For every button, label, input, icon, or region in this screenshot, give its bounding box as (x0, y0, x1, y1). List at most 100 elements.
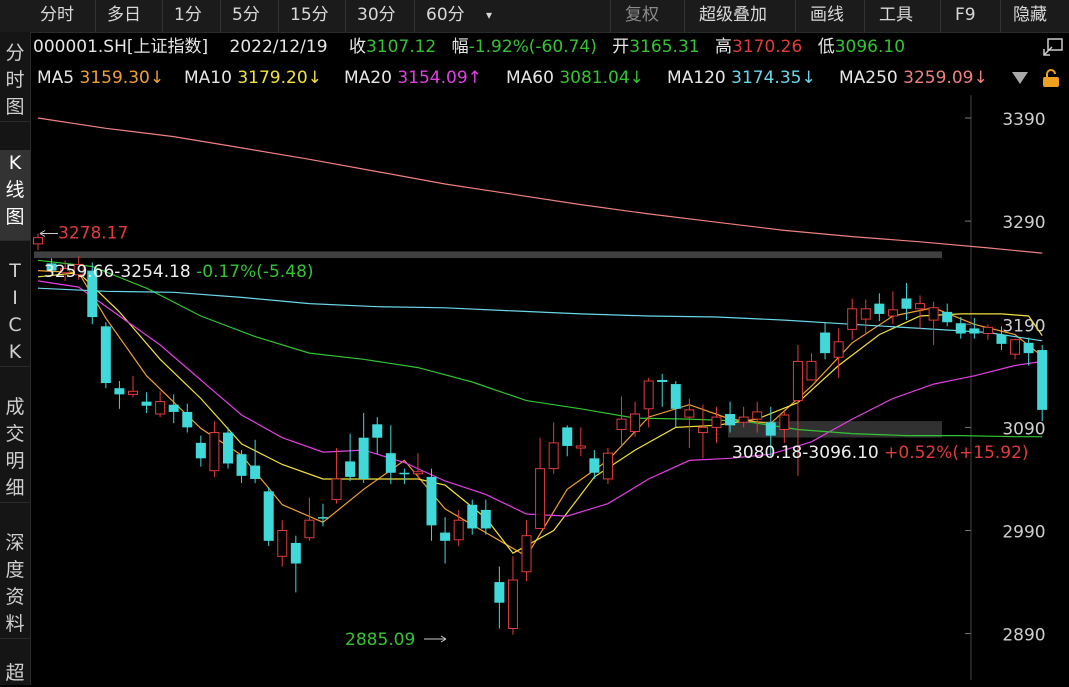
candle (222, 427, 233, 469)
period-tab-30min[interactable]: 30分 (345, 0, 396, 32)
candle-body (765, 422, 776, 436)
candle-body (657, 379, 668, 383)
f9-button[interactable]: F9 (940, 0, 976, 32)
sidebar-tab-tick[interactable]: T I C K (0, 258, 30, 367)
candle-body (575, 445, 586, 449)
candle-body (643, 380, 654, 410)
candle-body (507, 579, 518, 629)
candle-body (209, 432, 220, 472)
candle-body (182, 411, 193, 428)
caret-down-icon[interactable]: ▾ (486, 0, 492, 32)
y-tick-label: 3290 (1002, 213, 1045, 233)
candle (507, 556, 518, 635)
candle-body (820, 332, 831, 354)
candle-body (860, 308, 871, 320)
candle-body (1037, 350, 1048, 410)
period-tab-15min[interactable]: 15分 (278, 0, 329, 32)
low-marker-label: 2885.09 (345, 630, 415, 650)
period-tab-5min[interactable]: 5分 (220, 0, 260, 32)
ma60-label: MA60 (506, 68, 554, 88)
candle-body (982, 326, 993, 335)
candle (263, 487, 274, 546)
candle (535, 437, 546, 529)
high-value: 3170.26 (732, 37, 803, 57)
candle-body (779, 414, 790, 430)
candle-body (969, 328, 980, 334)
sidebar-tab-kline[interactable]: K 线 图 (0, 150, 30, 241)
restore-window-icon[interactable] (1042, 37, 1064, 57)
candle-body (494, 582, 505, 603)
candle (250, 439, 261, 484)
candle (358, 412, 369, 484)
candle-body (725, 413, 736, 426)
candle-body (399, 472, 410, 475)
low-marker-arrow (424, 635, 447, 643)
candle (1023, 337, 1034, 366)
view-sidebar: 分 时 图 K 线 图 T I C K 成 交 明 细 深 度 资 料 超 (0, 32, 31, 685)
period-tab-1min[interactable]: 1分 (162, 0, 202, 32)
candle-body (100, 326, 111, 384)
triangle-down-icon[interactable] (1010, 69, 1030, 87)
hide-button[interactable]: 隐藏 (1000, 0, 1047, 32)
sidebar-tab-trades[interactable]: 成 交 明 细 (0, 394, 30, 503)
candle (562, 425, 573, 457)
candle-body (711, 416, 722, 428)
candle-body (752, 411, 763, 420)
candle-body (277, 530, 288, 557)
candle-body (331, 478, 342, 501)
candle-body (168, 404, 179, 412)
candle (887, 291, 898, 325)
candle-body (996, 334, 1007, 344)
ma250-indicator: MA250 3259.09↓ (839, 65, 988, 91)
candle-body (602, 452, 613, 480)
candle (602, 448, 613, 485)
open-value: 3165.31 (629, 37, 700, 57)
adjust-button[interactable]: 复权 (610, 0, 659, 32)
candle-body (833, 341, 844, 358)
sidebar-tab-more[interactable]: 超 (0, 660, 30, 687)
candle-body (412, 471, 423, 475)
lower-range-value: 3080.18-3096.10 (732, 443, 884, 463)
candlestick-chart[interactable]: 3390329031903090299028903278.173259.66-3… (0, 0, 1069, 685)
candle-body (155, 401, 166, 415)
tools-button[interactable]: 工具 (864, 0, 913, 32)
candle (127, 375, 138, 398)
candle (155, 391, 166, 418)
ma60-value: 3081.04↓ (559, 68, 644, 88)
candle (236, 450, 247, 484)
candle-body (670, 384, 681, 409)
candle (1037, 344, 1048, 422)
candle (874, 293, 885, 322)
candle-body (33, 237, 43, 245)
draw-line-button[interactable]: 画线 (795, 0, 844, 32)
candle (33, 233, 43, 251)
sidebar-tab-fenshi[interactable]: 分 时 图 (0, 40, 30, 122)
period-tab-multiday[interactable]: 多日 (95, 0, 141, 32)
candle (670, 380, 681, 428)
candle (141, 392, 152, 413)
candle (372, 417, 383, 455)
close-label: 收 (348, 37, 366, 57)
period-tab-fenshi[interactable]: 分时 (40, 0, 74, 32)
candle-body (915, 303, 926, 310)
candle-body (847, 308, 858, 330)
y-tick-label: 2990 (1002, 523, 1045, 543)
candle (277, 520, 288, 567)
lock-icon[interactable] (1040, 68, 1062, 88)
candle (915, 295, 926, 330)
candle (426, 468, 437, 541)
candle (630, 401, 641, 437)
candle (820, 322, 831, 360)
candle (195, 435, 206, 467)
overlay-button[interactable]: 超级叠加 (684, 0, 767, 32)
high-label: 高 (715, 37, 732, 57)
candle (209, 421, 220, 477)
candle-body (290, 542, 301, 564)
ma20-label: MA20 (344, 68, 392, 88)
candle (548, 422, 559, 474)
period-tab-60min[interactable]: 60分 (414, 0, 465, 32)
sidebar-tab-profile[interactable]: 深 度 资 料 (0, 530, 30, 639)
lower-range-pct: +0.52%(+15.92) (884, 443, 1028, 463)
candle-body (440, 532, 451, 541)
candle (779, 411, 790, 443)
